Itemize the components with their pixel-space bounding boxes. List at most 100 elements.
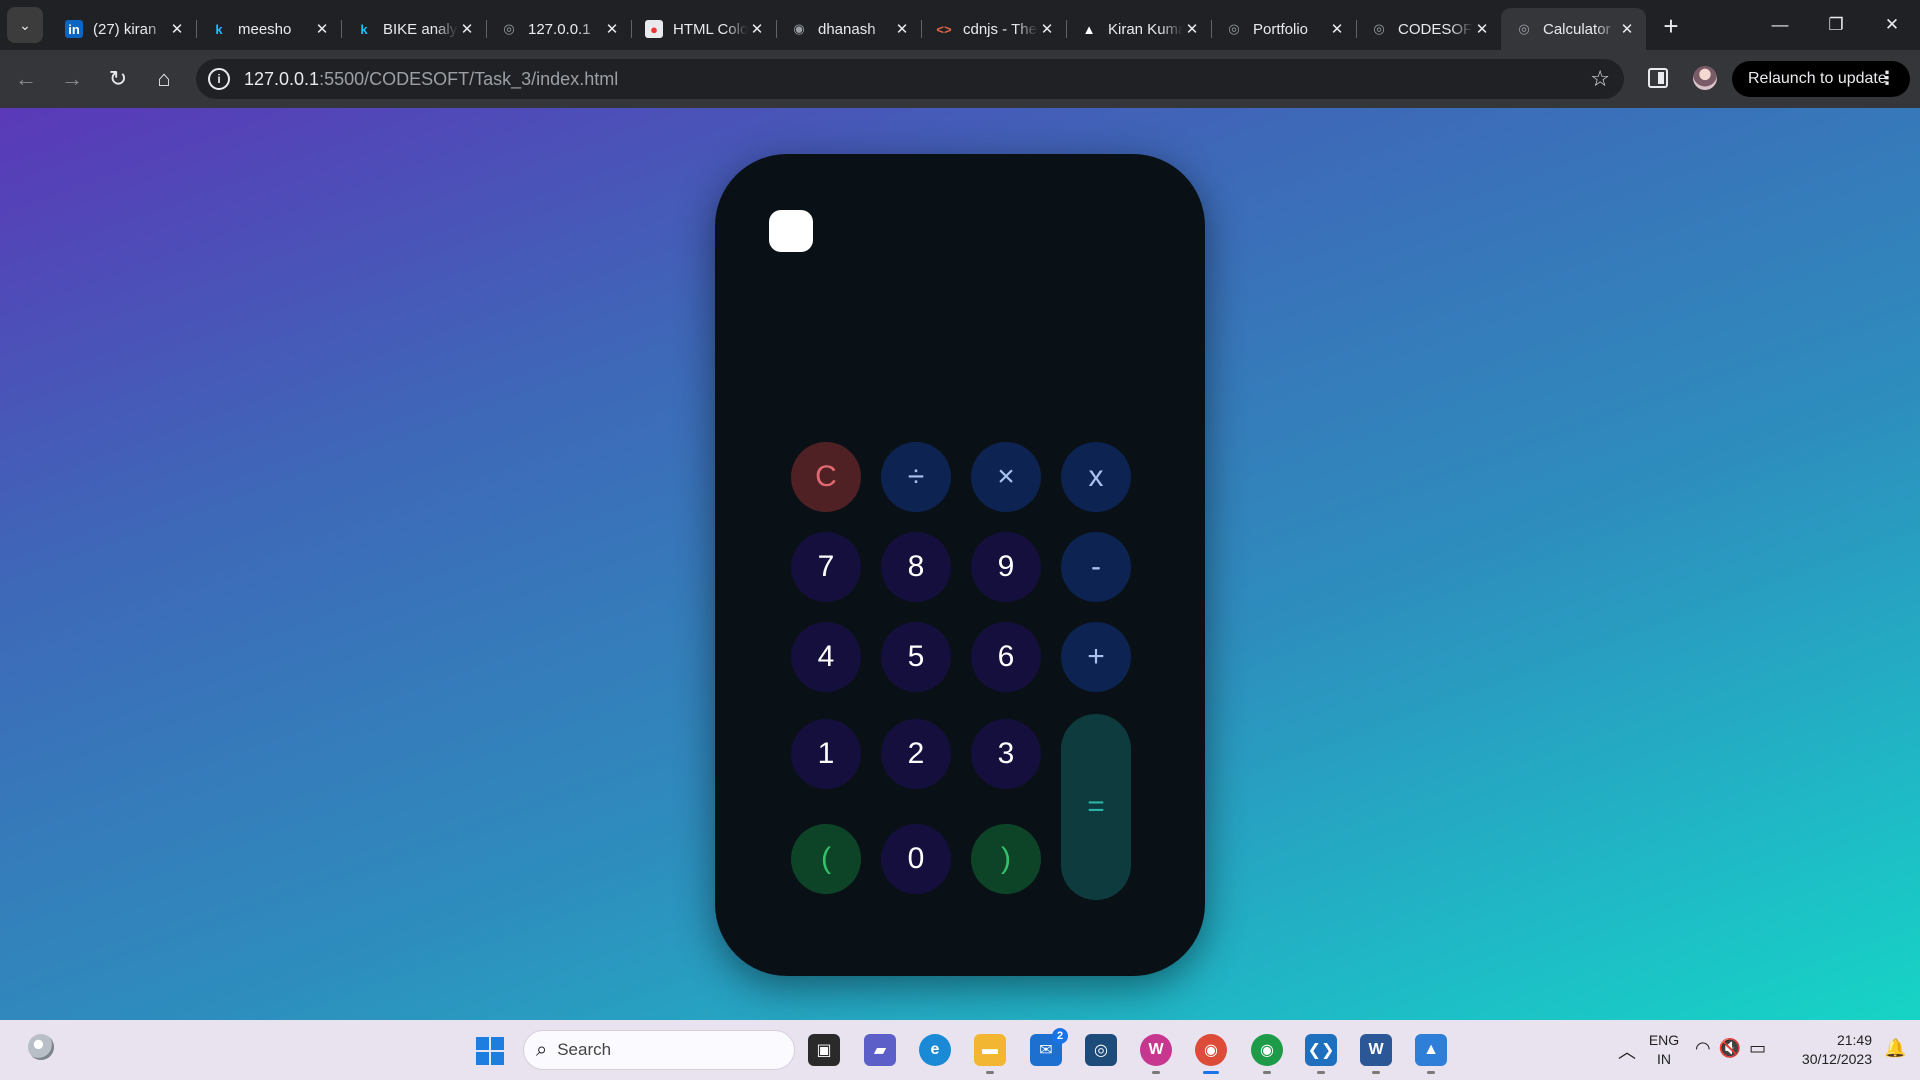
tab-2[interactable]: k BIKE analysis✕ xyxy=(341,8,486,50)
tab-10[interactable]: ◎ Calculator ✕ xyxy=(1501,8,1646,50)
tab-close-icon[interactable]: ✕ xyxy=(893,20,911,38)
vscode-icon[interactable]: ❮❯ xyxy=(1305,1034,1337,1074)
wps-icon[interactable]: W xyxy=(1140,1034,1172,1074)
calc-button-3-0[interactable]: 1 xyxy=(791,719,861,789)
taskbar-search-placeholder: Search xyxy=(557,1040,612,1059)
word-icon[interactable]: W xyxy=(1360,1034,1392,1074)
calc-button-4-2[interactable]: ) xyxy=(971,824,1041,894)
tab-5[interactable]: ◉ dhanash ✕ xyxy=(776,8,921,50)
calc-button-1-3[interactable]: - xyxy=(1061,532,1131,602)
kaggle-icon: k xyxy=(360,21,368,37)
tab-close-icon[interactable]: ✕ xyxy=(1038,20,1056,38)
tab-close-icon[interactable]: ✕ xyxy=(1473,20,1491,38)
calc-button-1-0[interactable]: 7 xyxy=(791,532,861,602)
new-tab-button[interactable]: + xyxy=(1656,11,1686,41)
calc-button-3-2[interactable]: 3 xyxy=(971,719,1041,789)
calc-button-4-0[interactable]: ( xyxy=(791,824,861,894)
tab-title: 127.0.0.1 xyxy=(528,20,591,38)
tab-search-button[interactable]: ⌄ xyxy=(7,7,43,43)
close-window-button[interactable]: ✕ xyxy=(1864,0,1920,50)
tab-strip: ⌄ in(27) kiran✕kmeesho✕kBIKE analysis✕◎1… xyxy=(0,0,1920,50)
home-button[interactable]: ⌂ xyxy=(144,59,184,99)
minimize-icon: — xyxy=(1771,15,1789,34)
chrome-icon[interactable]: ◉ xyxy=(1195,1034,1227,1074)
calculator: = C ÷ × x 7 8 9- 4 5 6 +1 2 3 (0) xyxy=(715,154,1205,976)
calc-button-2-2[interactable]: 6 xyxy=(971,622,1041,692)
tab-close-icon[interactable]: ✕ xyxy=(603,20,621,38)
tab-title: BIKE analysis xyxy=(383,20,458,38)
tab-close-icon[interactable]: ✕ xyxy=(168,20,186,38)
task-view-icon[interactable]: ▣ xyxy=(808,1034,840,1066)
url-text[interactable]: 127.0.0.1:5500/CODESOFT/Task_3/index.htm… xyxy=(244,69,618,90)
tab-close-icon[interactable]: ✕ xyxy=(1328,20,1346,38)
photos-icon[interactable]: ▲ xyxy=(1415,1034,1447,1074)
relaunch-button[interactable]: Relaunch to update ⋮ xyxy=(1732,61,1910,97)
tab-4[interactable]: ● HTML Color ✕ xyxy=(631,8,776,50)
start-button[interactable] xyxy=(476,1037,504,1065)
calc-button-0-3[interactable]: x xyxy=(1061,442,1131,512)
calc-button-2-1[interactable]: 5 xyxy=(881,622,951,692)
calc-button-3-1[interactable]: 2 xyxy=(881,719,951,789)
tab-6[interactable]: <> cdnjs - The ✕ xyxy=(921,8,1066,50)
notification-bell-icon[interactable]: 🔔 xyxy=(1884,1038,1906,1059)
tab-title: Portfolio xyxy=(1253,20,1309,38)
linkedin-icon: in xyxy=(65,20,83,38)
side-panel-icon[interactable] xyxy=(1648,68,1668,88)
url-host: 127.0.0.1 xyxy=(244,68,320,89)
arrow-left-icon: ← xyxy=(15,66,37,91)
mail-icon[interactable]: ✉ 2 xyxy=(1030,1028,1068,1066)
tab-title: cdnjs - The xyxy=(963,20,1037,38)
back-button[interactable]: ← xyxy=(6,59,46,99)
tab-close-icon[interactable]: ✕ xyxy=(1183,20,1201,38)
site-info-icon[interactable]: i xyxy=(208,68,230,90)
tab-title: HTML Color xyxy=(673,20,748,38)
volume-muted-icon: 🔇 xyxy=(1718,1038,1750,1058)
calc-button-2-0[interactable]: 4 xyxy=(791,622,861,692)
calc-button-2-3[interactable]: + xyxy=(1061,622,1131,692)
restore-button[interactable]: ❐ xyxy=(1808,0,1864,50)
calc-button-0-0[interactable]: C xyxy=(791,442,861,512)
chevron-down-icon: ⌄ xyxy=(19,16,31,33)
clock-time: 21:49 xyxy=(1836,1032,1872,1048)
profile-avatar[interactable] xyxy=(1693,66,1717,90)
tab-8[interactable]: ◎ Portfolio ✕ xyxy=(1211,8,1356,50)
tab-close-icon[interactable]: ✕ xyxy=(458,20,476,38)
tab-close-icon[interactable]: ✕ xyxy=(313,20,331,38)
tab-title: CODESOFT xyxy=(1398,20,1473,38)
reload-button[interactable]: ↻ xyxy=(98,59,138,99)
tray-status-icons[interactable]: ◠🔇▭ xyxy=(1695,1038,1774,1059)
calc-button-1-1[interactable]: 8 xyxy=(881,532,951,602)
teams-icon[interactable]: ▰ xyxy=(864,1034,896,1066)
globe-icon: ◎ xyxy=(1373,21,1385,36)
calc-button-1-2[interactable]: 9 xyxy=(971,532,1041,602)
tab-7[interactable]: ▲ Kiran Kumar✕ xyxy=(1066,8,1211,50)
minimize-button[interactable]: — xyxy=(1752,0,1808,50)
calc-button-0-1[interactable]: ÷ xyxy=(881,442,951,512)
tab-1[interactable]: k meesho ✕ xyxy=(196,8,341,50)
tab-3[interactable]: ◎ 127.0.0.1 ✕ xyxy=(486,8,631,50)
display-indicator xyxy=(769,210,813,252)
tab-title: Kiran Kumar xyxy=(1108,20,1183,38)
calc-button-4-1[interactable]: 0 xyxy=(881,824,951,894)
address-bar[interactable]: i 127.0.0.1:5500/CODESOFT/Task_3/index.h… xyxy=(196,59,1624,99)
taskbar-search[interactable]: ⌕ Search xyxy=(523,1030,795,1070)
bookmark-star-icon[interactable]: ☆ xyxy=(1590,66,1610,92)
forward-button[interactable]: → xyxy=(52,59,92,99)
tab-0[interactable]: in (27) kiran ✕ xyxy=(51,8,196,50)
chrome-profile-icon[interactable]: ◉ xyxy=(1251,1034,1283,1074)
dell-icon[interactable]: ◎ xyxy=(1085,1034,1117,1066)
calc-button-0-2[interactable]: × xyxy=(971,442,1041,512)
calc-button-equals[interactable]: = xyxy=(1061,714,1131,900)
tab-close-icon[interactable]: ✕ xyxy=(748,20,766,38)
language-indicator[interactable]: ENG IN xyxy=(1644,1031,1684,1069)
language-top: ENG xyxy=(1648,1032,1680,1048)
tab-close-icon[interactable]: ✕ xyxy=(1618,20,1636,38)
file-explorer-icon[interactable]: ▬ xyxy=(974,1034,1006,1074)
kaggle-icon: k xyxy=(215,21,223,37)
clock[interactable]: 21:49 30/12/2023 xyxy=(1782,1031,1872,1069)
chevron-up-icon[interactable]: ︿ xyxy=(1618,1038,1636,1064)
close-icon: ✕ xyxy=(1884,15,1900,34)
edge-icon[interactable]: e xyxy=(919,1034,951,1066)
tab-9[interactable]: ◎ CODESOFT✕ xyxy=(1356,8,1501,50)
weather-widget-icon[interactable] xyxy=(28,1034,54,1060)
